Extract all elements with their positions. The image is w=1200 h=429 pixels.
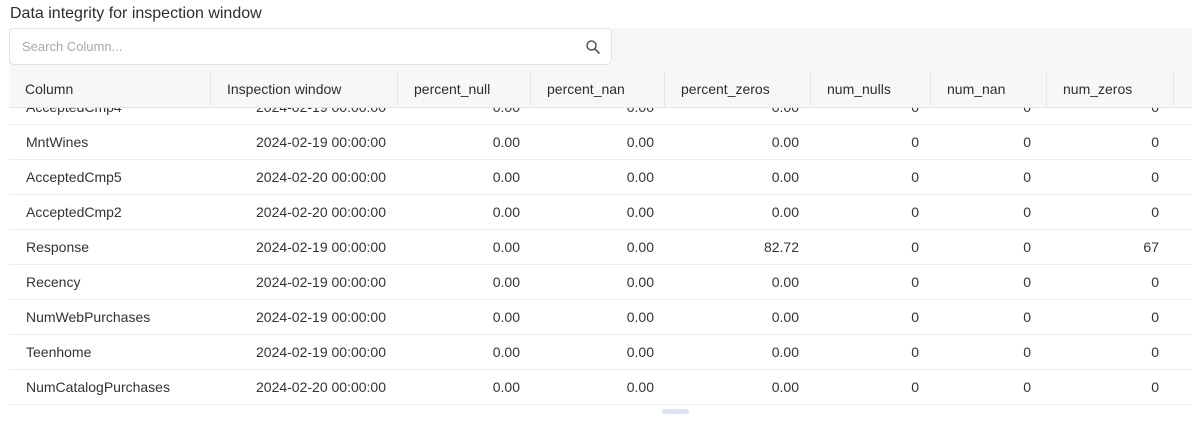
cell-percent-null: 0.00 (492, 169, 520, 185)
cell-column: Response (26, 239, 90, 255)
cell-percent-zeros: 0.00 (772, 108, 799, 124)
cell-percent-null: 0.00 (492, 204, 520, 220)
cell-percent-nan: 0.00 (626, 169, 654, 185)
cell-percent-nan: 0.00 (626, 309, 654, 325)
cell-percent-zeros: 0.00 (771, 344, 799, 360)
cell-num-nulls: 0 (911, 344, 919, 360)
cell-inspection-window: 2024-02-19 00:00:00 (256, 344, 386, 360)
cell-percent-nan: 0.00 (626, 344, 654, 360)
cell-num-nulls: 0 (911, 108, 919, 124)
cell-percent-null: 0.00 (492, 309, 520, 325)
cell-num-zeros: 0 (1151, 379, 1159, 395)
cell-num-zeros: 0 (1151, 169, 1159, 185)
cell-percent-null: 0.00 (492, 239, 520, 255)
cell-num-nan: 0 (1023, 309, 1031, 325)
col-header-percent-nan[interactable]: percent_nan (531, 72, 665, 107)
cell-percent-zeros: 0.00 (771, 169, 799, 185)
cell-num-nan: 0 (1023, 344, 1031, 360)
cell-num-nulls: 0 (911, 169, 919, 185)
table-row[interactable]: AcceptedCmp2 2024-02-20 00:00:00 0.00 0.00 0… (9, 195, 1192, 230)
col-header-num-nulls[interactable]: num_nulls (811, 72, 931, 107)
cell-percent-zeros: 0.00 (771, 309, 799, 325)
col-header-inspection-window[interactable]: Inspection window (211, 72, 398, 107)
cell-percent-zeros: 0.00 (771, 134, 799, 150)
table-body[interactable]: AcceptedCmp4 2024-02-19 00:00:00 0.00 0.00 0… (9, 108, 1192, 409)
cell-percent-zeros: 0.00 (771, 274, 799, 290)
table-row[interactable]: Response 2024-02-19 00:00:00 0.00 0.00 82.72… (9, 230, 1192, 265)
horizontal-scrollbar-handle[interactable] (662, 409, 689, 414)
cell-percent-null: 0.00 (493, 108, 520, 124)
cell-inspection-window: 2024-02-19 00:00:00 (256, 239, 386, 255)
cell-percent-nan: 0.00 (626, 274, 654, 290)
cell-num-zeros: 0 (1151, 344, 1159, 360)
col-header-num-nan[interactable]: num_nan (931, 72, 1047, 107)
cell-num-nulls: 0 (911, 379, 919, 395)
cell-percent-null: 0.00 (492, 379, 520, 395)
col-header-num-zeros[interactable]: num_zeros (1047, 72, 1174, 107)
cell-num-nan: 0 (1023, 379, 1031, 395)
table-row[interactable]: NumCatalogPurchases 2024-02-20 00:00:00 0.… (9, 370, 1192, 405)
col-header-column[interactable]: Column (9, 72, 211, 107)
table-row[interactable]: NumWebPurchases 2024-02-19 00:00:00 0.00 0.… (9, 300, 1192, 335)
col-header-percent-zeros[interactable]: percent_zeros (665, 72, 811, 107)
cell-percent-nan: 0.00 (626, 134, 654, 150)
table-row[interactable]: AcceptedCmp5 2024-02-20 00:00:00 0.00 0.00 0… (9, 160, 1192, 195)
cell-inspection-window: 2024-02-19 00:00:00 (256, 309, 386, 325)
table-header-row: Column Inspection window percent_null perce… (9, 72, 1192, 108)
cell-num-nulls: 0 (911, 204, 919, 220)
cell-percent-null: 0.00 (492, 344, 520, 360)
cell-num-nulls: 0 (911, 309, 919, 325)
search-input[interactable] (22, 29, 562, 64)
cell-percent-zeros: 82.72 (763, 239, 799, 255)
cell-inspection-window: 2024-02-20 00:00:00 (256, 169, 386, 185)
cell-num-zeros: 0 (1151, 274, 1159, 290)
cell-num-nulls: 0 (911, 134, 919, 150)
cell-num-nulls: 0 (911, 239, 919, 255)
table-row[interactable]: Recency 2024-02-19 00:00:00 0.00 0.00 0.00 0 0… (9, 265, 1192, 300)
cell-inspection-window: 2024-02-20 00:00:00 (256, 204, 386, 220)
search-icon[interactable] (585, 39, 601, 55)
page-title: Data integrity for inspection window (10, 5, 262, 22)
cell-column: AcceptedCmp2 (26, 204, 122, 220)
cell-column: MntWines (26, 134, 89, 150)
data-integrity-panel: ColumnInspection windowpercent_nullperce… (9, 28, 1192, 409)
table-row[interactable]: Teenhome 2024-02-19 00:00:00 0.00 0.00 0.00 0… (9, 335, 1192, 370)
table-row[interactable]: AcceptedCmp4 2024-02-19 00:00:00 0.00 0.00 0… (9, 108, 1192, 125)
cell-inspection-window: 2024-02-19 00:00:00 (256, 274, 386, 290)
cell-inspection-window: 2024-02-19 00:00:00 (256, 108, 386, 124)
cell-num-nan: 0 (1023, 169, 1031, 185)
cell-column: AcceptedCmp4 (26, 108, 122, 124)
cell-percent-nan: 0.00 (626, 204, 654, 220)
cell-inspection-window: 2024-02-19 00:00:00 (256, 134, 386, 150)
cell-num-zeros: 0 (1151, 108, 1159, 124)
cell-column: AcceptedCmp5 (26, 169, 122, 185)
cell-percent-nan: 0.00 (627, 108, 654, 124)
cell-percent-zeros: 0.00 (771, 379, 799, 395)
cell-num-nan: 0 (1023, 108, 1031, 124)
cell-num-nan: 0 (1023, 274, 1031, 290)
cell-num-zeros: 67 (1143, 239, 1159, 255)
cell-percent-null: 0.00 (492, 274, 520, 290)
cell-percent-nan: 0.00 (626, 379, 654, 395)
cell-num-zeros: 0 (1151, 134, 1159, 150)
cell-column: NumCatalogPurchases (26, 379, 170, 395)
page: Data integrity for inspection window Col… (0, 0, 1200, 429)
cell-inspection-window: 2024-02-20 00:00:00 (256, 379, 386, 395)
cell-num-nan: 0 (1023, 134, 1031, 150)
cell-column: NumWebPurchases (26, 309, 151, 325)
search-box[interactable] (9, 28, 612, 65)
cell-percent-nan: 0.00 (626, 239, 654, 255)
cell-percent-null: 0.00 (492, 134, 520, 150)
cell-column: Recency (26, 274, 81, 290)
cell-column: Teenhome (26, 344, 92, 360)
cell-num-zeros: 0 (1151, 204, 1159, 220)
cell-num-zeros: 0 (1151, 309, 1159, 325)
table-row[interactable]: MntWines 2024-02-19 00:00:00 0.00 0.00 0.00 0… (9, 125, 1192, 160)
cell-percent-zeros: 0.00 (771, 204, 799, 220)
cell-num-nan: 0 (1023, 239, 1031, 255)
col-header-percent-null[interactable]: percent_null (398, 72, 531, 107)
cell-num-nan: 0 (1023, 204, 1031, 220)
cell-num-nulls: 0 (911, 274, 919, 290)
